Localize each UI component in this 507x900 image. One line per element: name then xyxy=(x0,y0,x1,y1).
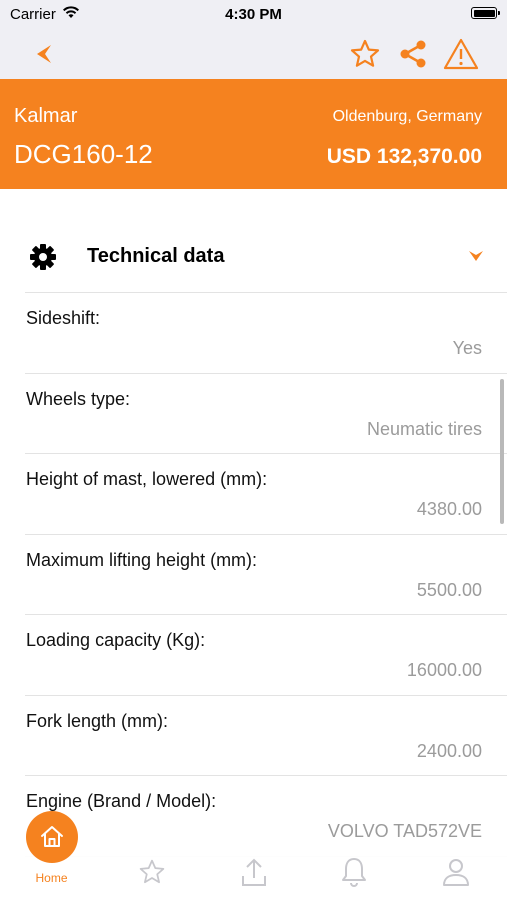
technical-data-section-toggle[interactable]: Technical data xyxy=(0,224,507,292)
star-icon xyxy=(350,39,380,67)
spec-value: 16000.00 xyxy=(406,660,482,680)
favorite-button[interactable] xyxy=(347,36,383,72)
spec-row: Maximum lifting height (mm): 5500.00 xyxy=(25,535,507,615)
battery-icon xyxy=(471,7,500,19)
spec-label: Sideshift: xyxy=(26,308,101,328)
status-time: 4:30 PM xyxy=(225,6,282,23)
report-button[interactable] xyxy=(443,36,479,72)
bell-icon xyxy=(342,858,366,887)
spec-label: Engine (Brand / Model): xyxy=(26,791,217,811)
back-button[interactable] xyxy=(27,36,63,72)
warning-icon xyxy=(443,38,479,70)
scrollbar[interactable] xyxy=(500,379,504,524)
spec-row: Height of mast, lowered (mm): 4380.00 xyxy=(25,454,507,535)
gear-icon xyxy=(28,242,58,277)
spec-value: Yes xyxy=(452,338,482,358)
listing-price: USD 132,370.00 xyxy=(326,145,482,168)
star-icon xyxy=(139,859,165,884)
listing-header: Kalmar DCG160-12 Oldenburg, Germany USD … xyxy=(0,79,507,189)
model-name: DCG160-12 xyxy=(14,139,153,169)
user-icon xyxy=(443,859,469,886)
back-arrow-icon xyxy=(37,45,51,63)
tab-account[interactable] xyxy=(436,852,476,892)
spec-list: Sideshift: Yes Wheels type: Neumatic tir… xyxy=(0,293,507,857)
listing-location: Oldenburg, Germany xyxy=(332,108,482,125)
spec-row: Wheels type: Neumatic tires xyxy=(25,374,507,454)
navigation-bar xyxy=(0,28,507,79)
spec-value: 4380.00 xyxy=(416,499,482,519)
share-button[interactable] xyxy=(395,36,431,72)
upload-icon xyxy=(242,858,266,886)
tab-alerts[interactable] xyxy=(334,852,374,892)
spec-value: 2400.00 xyxy=(416,740,482,761)
spec-row: Fork length (mm): 2400.00 xyxy=(25,696,507,776)
spec-label: Maximum lifting height (mm): xyxy=(26,549,258,570)
spec-value: 5500.00 xyxy=(416,579,482,600)
home-icon xyxy=(41,826,63,847)
tab-home[interactable] xyxy=(26,811,78,863)
section-title: Technical data xyxy=(87,245,225,267)
spec-label: Fork length (mm): xyxy=(26,710,169,731)
spec-label: Wheels type: xyxy=(26,388,131,409)
spec-row: Sideshift: Yes xyxy=(25,293,507,374)
spec-row: Loading capacity (Kg): 16000.00 xyxy=(25,615,507,696)
tab-home-label: Home xyxy=(35,871,68,885)
details-content[interactable]: Technical data Sideshift: Yes Wheels typ… xyxy=(0,189,507,900)
chevron-down-icon xyxy=(467,248,485,269)
spec-label: Loading capacity (Kg): xyxy=(26,630,206,650)
share-icon xyxy=(400,40,426,68)
spec-value: Neumatic tires xyxy=(366,418,482,439)
spec-value: VOLVO TAD572VE xyxy=(327,821,482,841)
status-bar: Carrier 4:30 PM xyxy=(0,0,507,28)
tab-upload[interactable] xyxy=(234,852,274,892)
brand-name: Kalmar xyxy=(14,105,78,127)
tab-favorites[interactable] xyxy=(132,852,172,892)
spec-label: Height of mast, lowered (mm): xyxy=(26,469,268,489)
